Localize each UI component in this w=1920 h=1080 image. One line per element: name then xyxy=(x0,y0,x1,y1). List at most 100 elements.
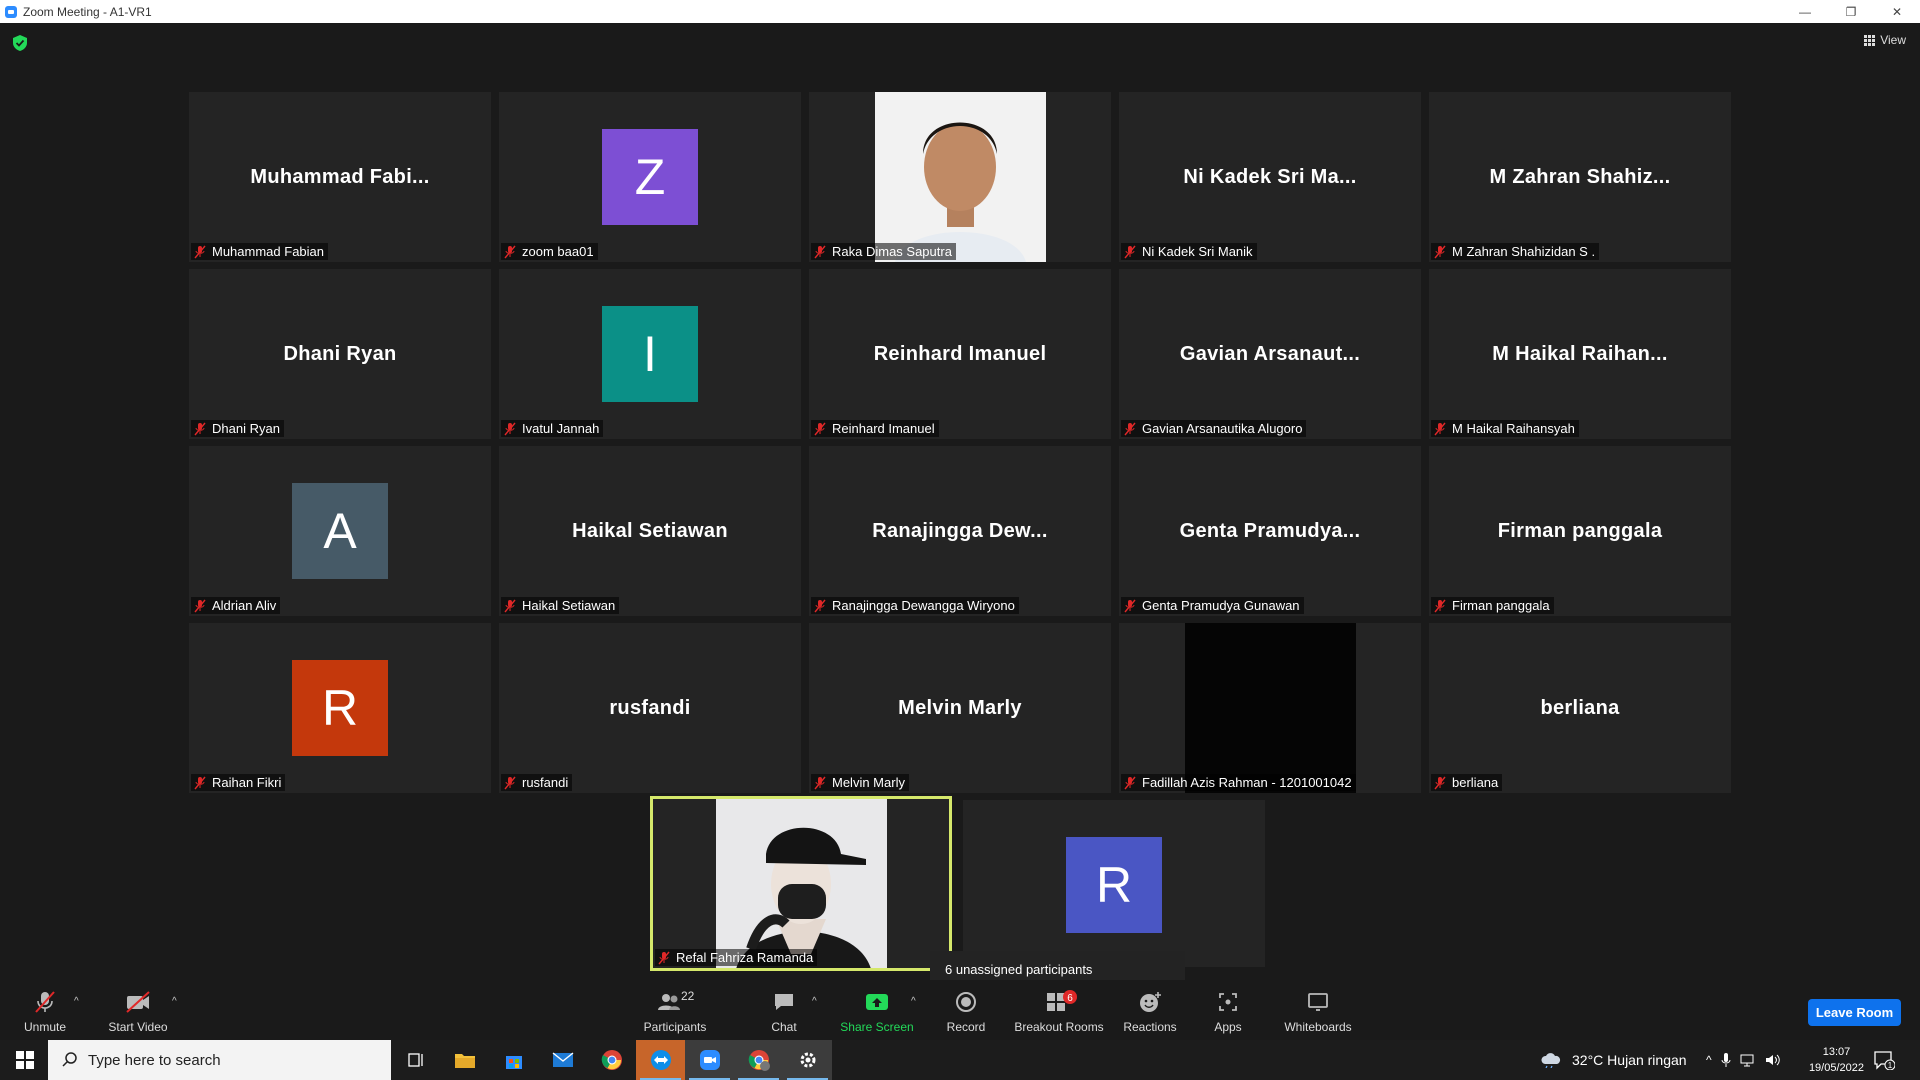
share-options-caret-icon[interactable]: ^ xyxy=(911,996,916,1007)
participant-tile[interactable]: M Zahran Shahiz... M Zahran Shahizidan S … xyxy=(1429,92,1731,262)
audio-options-caret-icon[interactable]: ^ xyxy=(74,996,79,1007)
start-video-label: Start Video xyxy=(108,1020,168,1034)
muted-mic-icon xyxy=(1434,776,1446,789)
participant-tile[interactable]: A Aldrian Aliv xyxy=(189,446,491,616)
search-placeholder: Type here to search xyxy=(88,1051,221,1069)
network-icon[interactable] xyxy=(1740,1053,1756,1067)
participant-tile[interactable]: Firman panggala Firman panggala xyxy=(1429,446,1731,616)
start-video-button[interactable]: Start Video xyxy=(106,980,170,1040)
participant-name-label: berliana xyxy=(1431,774,1503,791)
participant-name: Ni Kadek Sri Manik xyxy=(1142,244,1253,259)
show-hidden-icons-chevron-icon[interactable]: ^ xyxy=(1706,1053,1712,1067)
breakout-rooms-button[interactable]: 6 Breakout Rooms xyxy=(1013,980,1105,1040)
meeting-stage: View Muhammad Fabi... Muhammad Fabian Zzoo… xyxy=(0,23,1920,993)
store-app[interactable] xyxy=(489,1040,538,1080)
chrome-profile-app[interactable] xyxy=(734,1040,783,1080)
participants-button[interactable]: 22 Participants xyxy=(640,980,710,1040)
participant-name-label: Ivatul Jannah xyxy=(501,420,604,437)
chrome-app[interactable] xyxy=(587,1040,636,1080)
participant-tile[interactable]: Haikal Setiawan Haikal Setiawan xyxy=(499,446,801,616)
participant-tile[interactable]: Fadillah Azis Rahman - 1201001042 xyxy=(1119,623,1421,793)
participant-tile[interactable]: Muhammad Fabi... Muhammad Fabian xyxy=(189,92,491,262)
share-screen-button[interactable]: Share Screen xyxy=(840,980,914,1040)
restore-button[interactable]: ❐ xyxy=(1828,0,1874,23)
participant-tile[interactable]: Refal Fahriza Ramanda xyxy=(650,796,952,971)
participant-name-label: Raka Dimas Saputra xyxy=(811,243,956,260)
muted-mic-icon xyxy=(1124,422,1136,435)
muted-mic-icon xyxy=(504,422,516,435)
participant-name: Haikal Setiawan xyxy=(522,598,616,613)
participant-tile[interactable]: Reinhard Imanuel Reinhard Imanuel xyxy=(809,269,1111,439)
participant-tile[interactable]: Melvin Marly Melvin Marly xyxy=(809,623,1111,793)
participant-tile[interactable]: rusfandi rusfandi xyxy=(499,623,801,793)
breakout-badge: 6 xyxy=(1067,993,1073,1004)
participant-display-name: Genta Pramudya... xyxy=(1179,519,1361,542)
rain-cloud-icon xyxy=(1541,1053,1561,1068)
participant-tile[interactable]: Gavian Arsanaut... Gavian Arsanautika Alu… xyxy=(1119,269,1421,439)
participant-tile[interactable]: R xyxy=(963,800,1265,967)
participant-display-name: Ni Kadek Sri Ma... xyxy=(1183,165,1357,188)
record-icon xyxy=(956,992,976,1012)
mail-app[interactable] xyxy=(538,1040,587,1080)
leave-room-button[interactable]: Leave Room xyxy=(1808,999,1901,1026)
participant-name-label: Genta Pramudya Gunawan xyxy=(1121,597,1304,614)
video-options-caret-icon[interactable]: ^ xyxy=(172,996,177,1007)
remote-arrows-icon xyxy=(650,1050,671,1070)
volume-icon[interactable] xyxy=(1765,1053,1781,1067)
record-button[interactable]: Record xyxy=(945,980,987,1040)
chat-options-caret-icon[interactable]: ^ xyxy=(812,996,817,1007)
close-button[interactable]: ✕ xyxy=(1874,0,1920,23)
muted-mic-icon xyxy=(814,245,826,258)
view-button[interactable]: View xyxy=(1864,33,1906,47)
participant-tile[interactable]: I Ivatul Jannah xyxy=(499,269,801,439)
participant-name-label: Firman panggala xyxy=(1431,597,1554,614)
task-view-icon xyxy=(407,1053,423,1067)
minimize-button[interactable]: — xyxy=(1782,0,1828,23)
participant-tile[interactable]: Ranajingga Dew... Ranajingga Dewangga Wir… xyxy=(809,446,1111,616)
file-explorer-app[interactable] xyxy=(440,1040,489,1080)
view-label: View xyxy=(1880,33,1906,47)
participant-display-name: Firman panggala xyxy=(1497,519,1663,542)
participant-name-label: Ni Kadek Sri Manik xyxy=(1121,243,1257,260)
participant-name-label: M Zahran Shahizidan S . xyxy=(1431,243,1600,260)
settings-app[interactable] xyxy=(783,1040,832,1080)
weather-widget[interactable]: 32°C Hujan ringan xyxy=(1540,1040,1687,1080)
chat-button[interactable]: Chat xyxy=(764,980,804,1040)
participant-photo xyxy=(875,92,1046,262)
reactions-button[interactable]: Reactions xyxy=(1122,980,1178,1040)
security-shield-icon[interactable] xyxy=(13,35,27,51)
participant-tile[interactable]: berliana berliana xyxy=(1429,623,1731,793)
windows-logo-icon xyxy=(15,1051,34,1069)
taskbar-clock[interactable]: 13:07 19/05/2022 xyxy=(1809,1044,1864,1076)
participant-name: rusfandi xyxy=(522,775,569,790)
microphone-icon[interactable] xyxy=(1721,1052,1731,1068)
participant-name-label: Melvin Marly xyxy=(811,774,909,791)
muted-mic-icon xyxy=(1434,422,1446,435)
participant-name: M Zahran Shahizidan S . xyxy=(1452,244,1596,259)
whiteboards-button[interactable]: Whiteboards xyxy=(1282,980,1354,1040)
chrome-profile-icon xyxy=(748,1050,770,1071)
participant-tile[interactable]: R Raihan Fikri xyxy=(189,623,491,793)
zoom-app[interactable] xyxy=(685,1040,734,1080)
participant-tile[interactable]: Ni Kadek Sri Ma... Ni Kadek Sri Manik xyxy=(1119,92,1421,262)
notification-center-button[interactable]: 1 xyxy=(1873,1040,1895,1080)
taskbar-search-box[interactable]: Type here to search xyxy=(48,1040,391,1080)
participant-name: Muhammad Fabian xyxy=(212,244,324,259)
apps-button[interactable]: Apps xyxy=(1213,980,1243,1040)
participant-avatar: R xyxy=(292,660,388,756)
task-view-button[interactable] xyxy=(391,1040,440,1080)
participant-tile[interactable]: Dhani Ryan Dhani Ryan xyxy=(189,269,491,439)
participant-tile[interactable]: Genta Pramudya... Genta Pramudya Gunawan xyxy=(1119,446,1421,616)
muted-mic-icon xyxy=(1434,599,1446,612)
participant-display-name: Dhani Ryan xyxy=(283,342,397,365)
participant-avatar: I xyxy=(602,306,698,402)
participant-name: Genta Pramudya Gunawan xyxy=(1142,598,1300,613)
smiley-icon xyxy=(1140,992,1161,1012)
windows-start-button[interactable] xyxy=(0,1040,49,1080)
teamviewer-app[interactable] xyxy=(636,1040,685,1080)
unmute-button[interactable]: Unmute xyxy=(20,980,70,1040)
participant-tile[interactable]: Raka Dimas Saputra xyxy=(809,92,1111,262)
participant-name: M Haikal Raihansyah xyxy=(1452,421,1575,436)
participant-tile[interactable]: M Haikal Raihan... M Haikal Raihansyah xyxy=(1429,269,1731,439)
participant-tile[interactable]: Zzoom baa01 xyxy=(499,92,801,262)
